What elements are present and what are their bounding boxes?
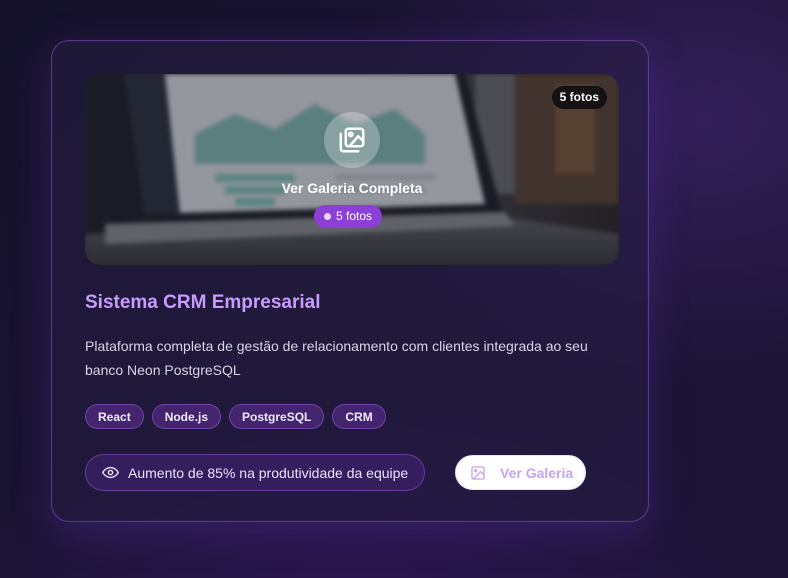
result-metric-badge: Aumento de 85% na produtividade da equip… <box>85 454 426 491</box>
project-title: Sistema CRM Empresarial <box>85 292 321 313</box>
tag-postgresql: PostgreSQL <box>229 404 325 429</box>
tag-crm: CRM <box>332 404 386 429</box>
photo-count-badge: 5 fotos <box>551 86 607 109</box>
tag-react: React <box>85 404 144 429</box>
photo-count-pill: 5 fotos <box>314 205 383 228</box>
tag-nodejs: Node.js <box>151 404 222 429</box>
gallery-icon <box>324 112 380 168</box>
eye-icon <box>102 466 119 479</box>
view-gallery-button[interactable]: Ver Galeria <box>455 455 587 490</box>
result-metric-text: Aumento de 85% na produtividade da equip… <box>128 464 409 481</box>
dot-icon <box>324 213 331 220</box>
project-image-preview[interactable]: 5 fotos Ver Galeria Completa 5 fotos <box>85 74 619 265</box>
project-card: 5 fotos Ver Galeria Completa 5 fotos Sis… <box>51 40 649 522</box>
image-icon <box>471 465 485 480</box>
view-gallery-label: Ver Galeria <box>500 464 574 481</box>
image-overlay <box>85 74 619 265</box>
project-description: Plataforma completa de gestão de relacio… <box>85 338 588 378</box>
view-full-gallery-label: Ver Galeria Completa <box>281 180 423 196</box>
photo-count-pill-label: 5 fotos <box>336 209 373 223</box>
tech-tags: React Node.js PostgreSQL CRM <box>85 404 386 429</box>
